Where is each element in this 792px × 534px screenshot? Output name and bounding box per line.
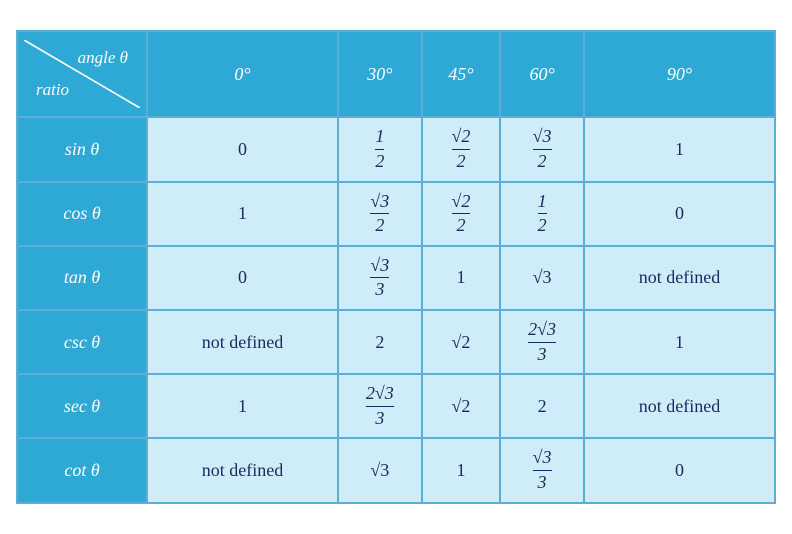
cot-0: not defined: [147, 438, 338, 502]
cot-45: 1: [422, 438, 500, 502]
sin-90: 1: [584, 117, 775, 181]
cos-45: √22: [422, 182, 500, 246]
col-header-60: 60°: [500, 31, 584, 117]
cot-90: 0: [584, 438, 775, 502]
sin-45: √22: [422, 117, 500, 181]
sec-60: 2: [500, 374, 584, 438]
row-label-cos: cos θ: [17, 182, 147, 246]
sec-30: 2√33: [338, 374, 422, 438]
tan-90: not defined: [584, 246, 775, 310]
tan-0: 0: [147, 246, 338, 310]
row-label-cot: cot θ: [17, 438, 147, 502]
col-header-90: 90°: [584, 31, 775, 117]
csc-0: not defined: [147, 310, 338, 374]
cos-60: 12: [500, 182, 584, 246]
sin-60: √32: [500, 117, 584, 181]
sec-0: 1: [147, 374, 338, 438]
cot-30: √3: [338, 438, 422, 502]
csc-90: 1: [584, 310, 775, 374]
cot-60: √33: [500, 438, 584, 502]
cos-0: 1: [147, 182, 338, 246]
csc-45: √2: [422, 310, 500, 374]
tan-30: √33: [338, 246, 422, 310]
col-header-45: 45°: [422, 31, 500, 117]
cos-90: 0: [584, 182, 775, 246]
col-header-0: 0°: [147, 31, 338, 117]
ratio-label: ratio: [36, 80, 69, 100]
sin-30: 12: [338, 117, 422, 181]
angle-label: angle θ: [78, 48, 128, 68]
csc-30: 2: [338, 310, 422, 374]
csc-60: 2√33: [500, 310, 584, 374]
row-label-tan: tan θ: [17, 246, 147, 310]
row-label-csc: csc θ: [17, 310, 147, 374]
sec-90: not defined: [584, 374, 775, 438]
corner-cell: angle θ ratio: [17, 31, 147, 117]
tan-45: 1: [422, 246, 500, 310]
cos-30: √32: [338, 182, 422, 246]
sec-45: √2: [422, 374, 500, 438]
sin-0: 0: [147, 117, 338, 181]
trig-ratios-table: angle θ ratio 0° 30° 45° 60° 90° sin θ 0…: [16, 30, 776, 503]
col-header-30: 30°: [338, 31, 422, 117]
row-label-sin: sin θ: [17, 117, 147, 181]
tan-60: √3: [500, 246, 584, 310]
row-label-sec: sec θ: [17, 374, 147, 438]
